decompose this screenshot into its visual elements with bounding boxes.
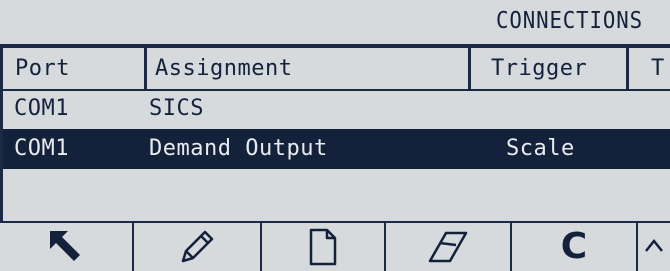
cell-assignment: Demand Output: [149, 136, 328, 161]
eraser-icon: [426, 227, 470, 267]
clear-softkey[interactable]: C: [512, 223, 638, 271]
cell-trigger: Scale: [506, 136, 575, 161]
column-header-truncated: T: [626, 48, 670, 89]
title-bar: CONNECTIONS: [0, 0, 670, 46]
table-row-selected[interactable]: COM1 Demand Output Scale: [3, 129, 670, 169]
edit-softkey[interactable]: [134, 223, 262, 271]
exit-arrow-icon: [46, 227, 86, 267]
cell-port: COM1: [14, 96, 69, 121]
column-header-port: Port: [0, 48, 144, 89]
new-document-icon: [305, 227, 341, 267]
table-header: Port Assignment Trigger T: [0, 46, 670, 91]
cell-assignment: SICS: [149, 96, 204, 121]
new-softkey[interactable]: [262, 223, 386, 271]
page-title: CONNECTIONS: [496, 8, 643, 34]
exit-softkey[interactable]: [0, 223, 134, 271]
delete-softkey[interactable]: [386, 223, 512, 271]
scroll-up-softkey[interactable]: [638, 223, 670, 271]
cell-port: COM1: [14, 136, 69, 161]
scroll-up-icon: [642, 235, 666, 259]
clear-icon: C: [560, 226, 588, 267]
table-body: COM1 SICS COM1 Demand Output Scale: [0, 89, 670, 221]
table-row[interactable]: COM1 SICS: [3, 89, 670, 129]
softkey-bar: C: [0, 221, 670, 271]
column-header-assignment: Assignment: [144, 48, 468, 89]
connections-screen: CONNECTIONS Port Assignment Trigger T CO…: [0, 0, 670, 271]
column-header-trigger: Trigger: [468, 48, 626, 89]
pencil-icon: [177, 227, 217, 267]
